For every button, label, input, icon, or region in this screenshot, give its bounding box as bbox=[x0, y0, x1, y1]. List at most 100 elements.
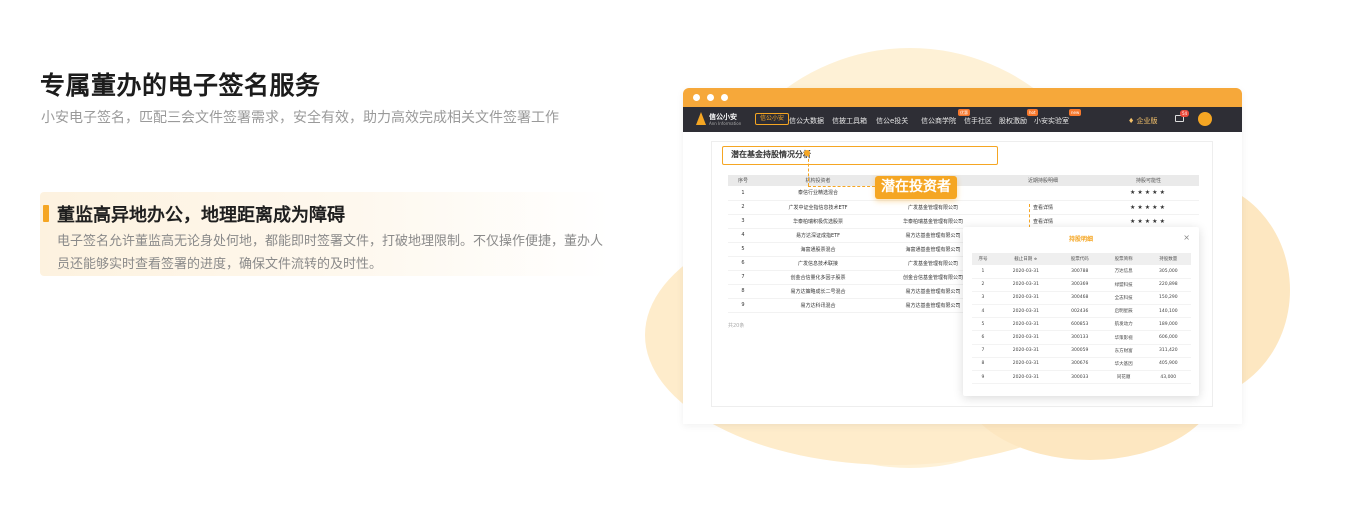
nav-item[interactable]: 小安实验室 bbox=[1034, 116, 1069, 126]
table-footer: 共20条 bbox=[728, 323, 745, 329]
enterprise-label: 企业版 bbox=[1136, 117, 1158, 125]
table-cell: 300788 bbox=[1057, 265, 1102, 279]
table-row: 3 2020-03-31 300468 全志科技 150,290 bbox=[972, 291, 1191, 306]
table-cell: 6 bbox=[728, 256, 758, 271]
nav-item[interactable]: 信公大数据 bbox=[789, 116, 824, 126]
table-header: 机构投资者 bbox=[758, 175, 878, 186]
table-cell: 43,000 bbox=[1145, 370, 1191, 385]
table-header: 持股数量 bbox=[1145, 253, 1191, 265]
table-row[interactable]: 3 华泰柏瑞积极优选股票 华泰柏瑞基金管理有限公司 查看详情 ★★★★★ bbox=[728, 214, 1199, 229]
table-row: 4 2020-03-31 002436 启明星辰 140,100 bbox=[972, 304, 1191, 319]
table-row: 5 2020-03-31 600853 航发动力 189,000 bbox=[972, 317, 1191, 332]
table-header: 股票代码 bbox=[1057, 253, 1102, 265]
avatar[interactable] bbox=[1198, 112, 1212, 126]
table-cell: 广发中证全指信息技术ETF bbox=[758, 200, 878, 215]
table-cell: 2020-03-31 bbox=[993, 278, 1058, 292]
table-cell: 220,898 bbox=[1145, 278, 1191, 292]
table-cell: 2020-03-31 bbox=[993, 330, 1058, 345]
table-cell: 300676 bbox=[1057, 357, 1102, 372]
table-cell[interactable]: 查看详情 bbox=[988, 214, 1098, 229]
table-row: 8 2020-03-31 300676 华大基因 405,900 bbox=[972, 357, 1191, 372]
brand-chip[interactable]: 信公小安 bbox=[755, 113, 790, 125]
table-cell: 绿盟科技 bbox=[1101, 278, 1146, 292]
table-cell: 东方财富 bbox=[1101, 344, 1146, 358]
nav-item[interactable]: 信手社区 bbox=[964, 116, 992, 126]
logo-icon bbox=[696, 112, 706, 125]
table-cell: 创金合信量化多因子股票 bbox=[758, 270, 878, 285]
app-logo-en: Ann Information bbox=[709, 121, 742, 126]
table-row[interactable]: 1 泰信行业精选混合 ★★★★★ bbox=[728, 186, 1199, 201]
nav-item[interactable]: 信公e投关 bbox=[876, 116, 908, 126]
table-row[interactable]: 2 广发中证全指信息技术ETF 广发基金管理有限公司 查看详情 ★★★★★ bbox=[728, 200, 1199, 215]
table-cell: 7 bbox=[728, 270, 758, 285]
table-cell: 2020-03-31 bbox=[993, 370, 1058, 385]
table-cell: 002436 bbox=[1057, 304, 1102, 319]
enterprise-link[interactable]: ♦ 企业版 bbox=[1128, 116, 1158, 126]
table-header: 股票简称 bbox=[1101, 253, 1146, 265]
table-cell: 8 bbox=[728, 284, 758, 299]
callout-potential-investors: 潜在投资者 bbox=[875, 176, 957, 199]
table-cell: 2020-03-31 bbox=[993, 304, 1058, 319]
table-cell: 易方达深证成指ETF bbox=[758, 228, 878, 243]
feature-description: 电子签名允许董监高无论身处何地，都能即时签署文件，打破地理限制。不仅操作便捷，董… bbox=[57, 234, 604, 272]
nav-badge: 优惠 bbox=[958, 109, 970, 116]
table-cell: 泰信行业精选混合 bbox=[758, 186, 878, 201]
holding-detail-popup: 持股明细 × 序号 截止日期 ≑ 股票代码 股票简称 持股数量 1 2020-03… bbox=[963, 227, 1199, 396]
window-dot-icon bbox=[721, 94, 728, 101]
table-cell: ★★★★★ bbox=[1098, 186, 1199, 201]
table-cell[interactable]: 查看详情 bbox=[988, 200, 1098, 215]
table-cell: 启明星辰 bbox=[1101, 304, 1146, 319]
table-cell: 9 bbox=[728, 298, 758, 313]
window-dot-icon bbox=[693, 94, 700, 101]
table-cell: 航发动力 bbox=[1101, 317, 1146, 332]
table-cell: 1 bbox=[728, 186, 758, 201]
table-cell: 140,100 bbox=[1145, 304, 1191, 319]
table-cell: 易方达策略成长二号混合 bbox=[758, 284, 878, 299]
section-marker-icon bbox=[804, 150, 810, 156]
table-cell: 300468 bbox=[1057, 291, 1102, 306]
nav-item[interactable]: 信披工具箱 bbox=[832, 116, 867, 126]
nav-badge: hot bbox=[1027, 109, 1038, 116]
table-cell: 4 bbox=[972, 304, 994, 319]
table-cell: 4 bbox=[728, 228, 758, 243]
table-header: 近期持股明细 bbox=[988, 175, 1098, 186]
table-cell: 广发基金管理有限公司 bbox=[878, 200, 988, 215]
table-cell: 7 bbox=[972, 344, 994, 358]
table-header: 序号 bbox=[972, 253, 994, 265]
table-cell: 5 bbox=[972, 317, 994, 332]
table-cell: 华泰柏瑞基金管理有限公司 bbox=[878, 214, 988, 229]
page-subtitle: 小安电子签名，匹配三会文件签署需求，安全有效，助力高效完成相关文件签署工作 bbox=[41, 110, 559, 126]
table-cell: 150,290 bbox=[1145, 291, 1191, 306]
table-cell: 405,900 bbox=[1145, 357, 1191, 372]
nav-item[interactable]: 股权激励 bbox=[999, 116, 1027, 126]
table-cell: 300059 bbox=[1057, 344, 1102, 358]
table-cell: 2020-03-31 bbox=[993, 291, 1058, 306]
table-cell: ★★★★★ bbox=[1098, 214, 1199, 229]
table-header[interactable]: 截止日期 ≑ bbox=[993, 253, 1058, 265]
app-navbar: 信公小安 Ann Information 信公小安 信公大数据 信披工具箱 信公… bbox=[683, 107, 1242, 132]
table-cell: 2020-03-31 bbox=[993, 265, 1058, 279]
table-cell: 311,420 bbox=[1145, 344, 1191, 358]
window-titlebar bbox=[683, 88, 1242, 107]
table-row: 2 2020-03-31 300369 绿盟科技 220,898 bbox=[972, 278, 1191, 292]
nav-item[interactable]: 信公商学院 bbox=[921, 116, 956, 126]
table-cell: 全志科技 bbox=[1101, 291, 1146, 306]
table-cell: ★★★★★ bbox=[1098, 200, 1199, 215]
table-cell: 3 bbox=[972, 291, 994, 306]
table-row: 9 2020-03-31 300033 同花顺 43,000 bbox=[972, 370, 1191, 385]
table-cell: 易方达科讯混合 bbox=[758, 298, 878, 313]
table-row: 7 2020-03-31 300059 东方财富 311,420 bbox=[972, 344, 1191, 358]
table-cell[interactable] bbox=[988, 186, 1098, 201]
table-cell: 海富通股票混合 bbox=[758, 242, 878, 257]
table-cell: 9 bbox=[972, 370, 994, 385]
close-icon[interactable]: × bbox=[1183, 233, 1190, 242]
feature-accent-bar bbox=[43, 205, 49, 222]
page: 专属董办的电子签名服务 小安电子签名，匹配三会文件签署需求，安全有效，助力高效完… bbox=[0, 0, 1361, 521]
feature-card: 董监高异地办公，地理距离成为障碍 电子签名允许董监高无论身处何地，都能即时签署文… bbox=[40, 192, 610, 276]
table-cell: 2020-03-31 bbox=[993, 357, 1058, 372]
table-cell: 华大基因 bbox=[1101, 357, 1146, 372]
section-title: 潜在基金持股情况分析 bbox=[722, 146, 998, 165]
connector-line bbox=[808, 186, 875, 187]
table-cell: 2020-03-31 bbox=[993, 344, 1058, 358]
table-cell: 5 bbox=[728, 242, 758, 257]
